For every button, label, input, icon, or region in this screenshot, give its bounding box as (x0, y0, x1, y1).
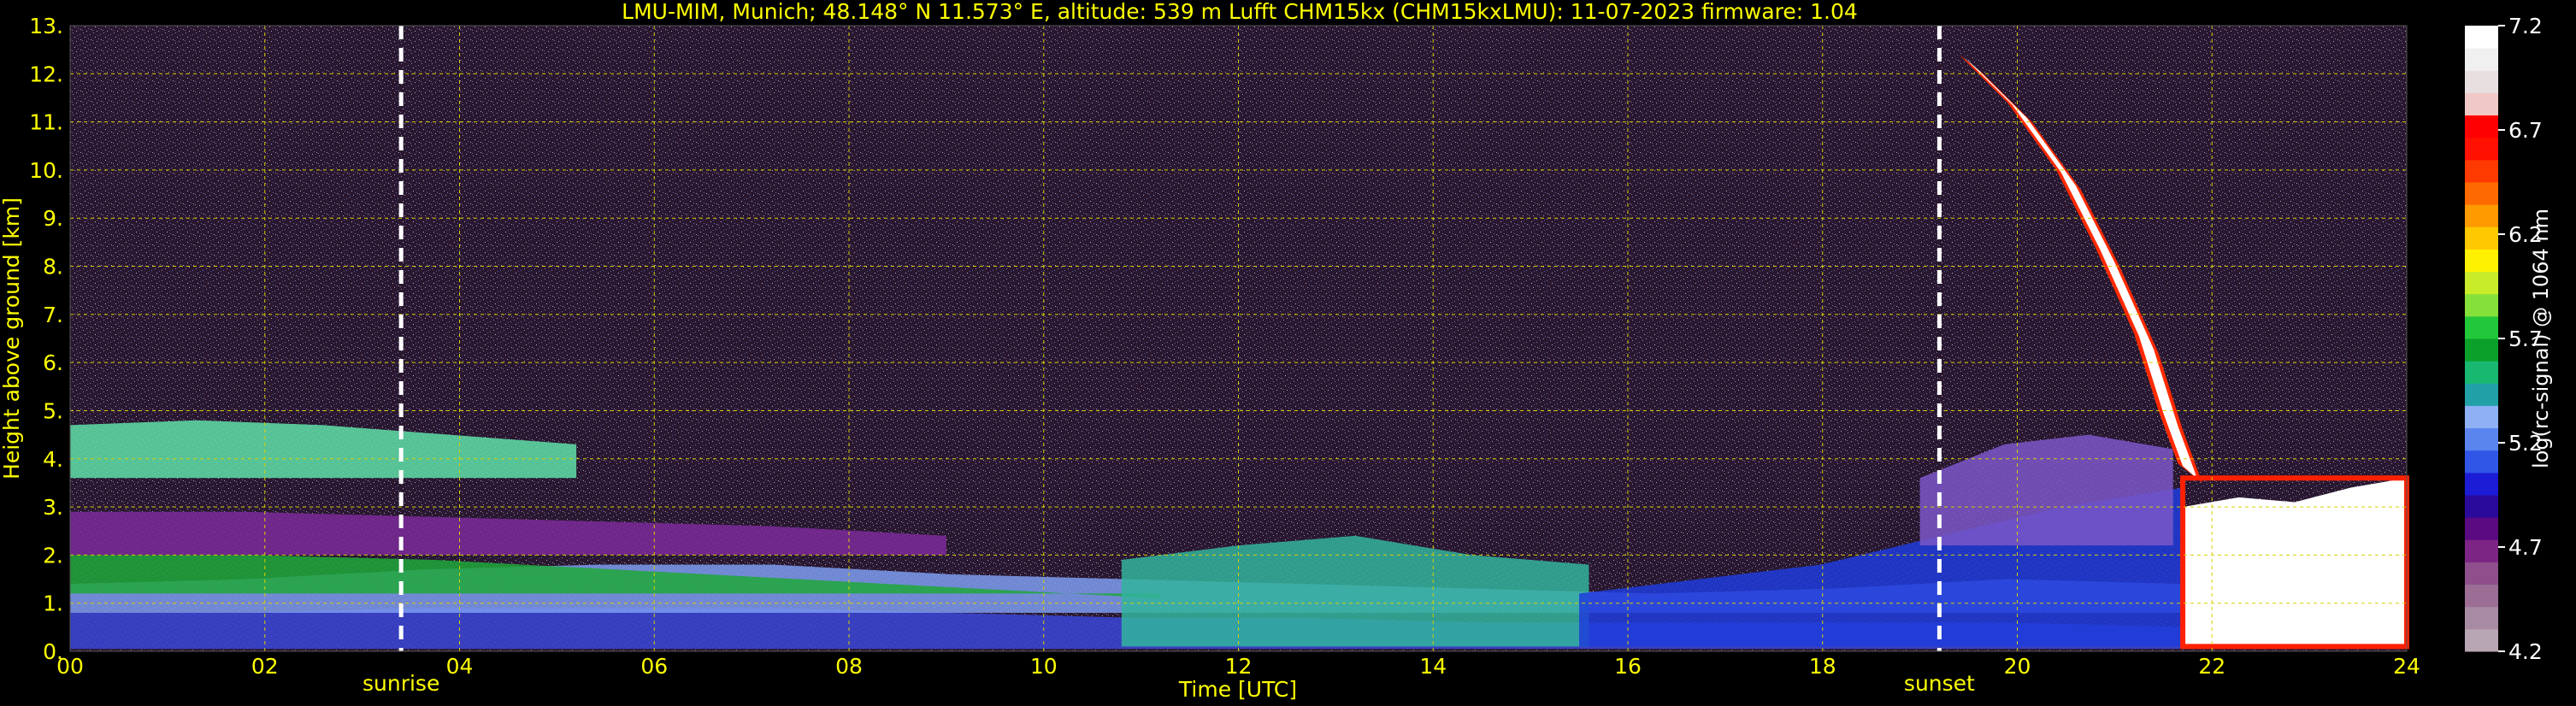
x-tick-label: 20 (2004, 654, 2031, 679)
colorbar-swatch (2465, 495, 2498, 518)
y-tick-label: 1. (43, 591, 63, 616)
chart-title: LMU-MIM, Munich; 48.148° N 11.573° E, al… (622, 0, 1858, 24)
y-tick-label: 2. (43, 543, 63, 568)
ceilometer-chart: LMU-MIM, Munich; 48.148° N 11.573° E, al… (0, 0, 2553, 702)
y-tick-label: 5. (43, 398, 63, 423)
colorbar-swatch (2465, 450, 2498, 474)
colorbar-swatch (2465, 26, 2498, 49)
colorbar-tick-label: 4.7 (2508, 535, 2543, 560)
y-tick-label: 0. (43, 639, 63, 664)
colorbar-swatch (2465, 159, 2498, 183)
colorbar-swatch (2465, 204, 2498, 227)
colorbar-swatch (2465, 584, 2498, 608)
colorbar-tick-label: 7.2 (2508, 14, 2543, 38)
y-tick-label: 11. (29, 110, 63, 135)
colorbar-swatch (2465, 227, 2498, 250)
colorbar-swatch (2465, 405, 2498, 429)
colorbar-swatch (2465, 137, 2498, 161)
x-tick-label: 08 (835, 654, 863, 679)
y-tick-label: 10. (29, 158, 63, 183)
y-axis-label: Height above ground [km] (0, 197, 24, 479)
y-tick-label: 3. (43, 495, 63, 520)
colorbar-tick-label: 6.7 (2508, 118, 2543, 143)
colorbar-swatch (2465, 562, 2498, 585)
y-tick-label: 12. (29, 62, 63, 86)
y-axis-ticks: 0. 1. 2. 3. 4. 5. 6. 7. 8. 9. 10. 11. 12. 13. (29, 14, 63, 664)
x-tick-label: 18 (1809, 654, 1836, 679)
colorbar-swatch (2465, 249, 2498, 273)
colorbar-swatch (2465, 628, 2498, 652)
x-tick-label: 10 (1030, 654, 1058, 679)
colorbar-swatch (2465, 271, 2498, 295)
colorbar-swatch (2465, 338, 2498, 362)
y-tick-label: 13. (29, 14, 63, 38)
sunrise-label: sunrise (363, 671, 439, 696)
x-tick-label: 04 (446, 654, 474, 679)
colorbar-swatch (2465, 472, 2498, 496)
colorbar-swatch (2465, 70, 2498, 93)
sunset-label: sunset (1904, 671, 1975, 696)
x-tick-label: 16 (1614, 654, 1642, 679)
x-tick-label: 06 (640, 654, 668, 679)
colorbar-swatch (2465, 517, 2498, 540)
colorbar-label: log(rc-signal) @ 1064 nm (2529, 209, 2553, 468)
colorbar-swatch (2465, 383, 2498, 406)
y-tick-label: 6. (43, 350, 63, 375)
colorbar-swatch (2465, 361, 2498, 384)
x-tick-label: 02 (251, 654, 279, 679)
colorbar-tick-label: 4.2 (2508, 639, 2543, 664)
y-tick-label: 9. (43, 206, 63, 231)
x-tick-label: 12 (1225, 654, 1253, 679)
colorbar-swatch (2465, 115, 2498, 138)
colorbar-swatch (2465, 182, 2498, 205)
layer-low-cloud (2183, 478, 2407, 647)
x-axis-label: Time [UTC] (1178, 677, 1297, 702)
colorbar-swatch (2465, 92, 2498, 116)
colorbar-swatch (2465, 48, 2498, 71)
y-tick-label: 8. (43, 255, 63, 279)
colorbar-swatch (2465, 315, 2498, 339)
x-tick-label: 14 (1419, 654, 1447, 679)
colorbar-swatch (2465, 293, 2498, 317)
x-tick-label: 22 (2198, 654, 2225, 679)
x-tick-label: 24 (2393, 654, 2420, 679)
y-tick-label: 7. (43, 303, 63, 327)
colorbar-swatch (2465, 427, 2498, 451)
colorbar-swatch (2465, 606, 2498, 630)
colorbar-swatch (2465, 539, 2498, 562)
y-tick-label: 4. (43, 447, 63, 472)
